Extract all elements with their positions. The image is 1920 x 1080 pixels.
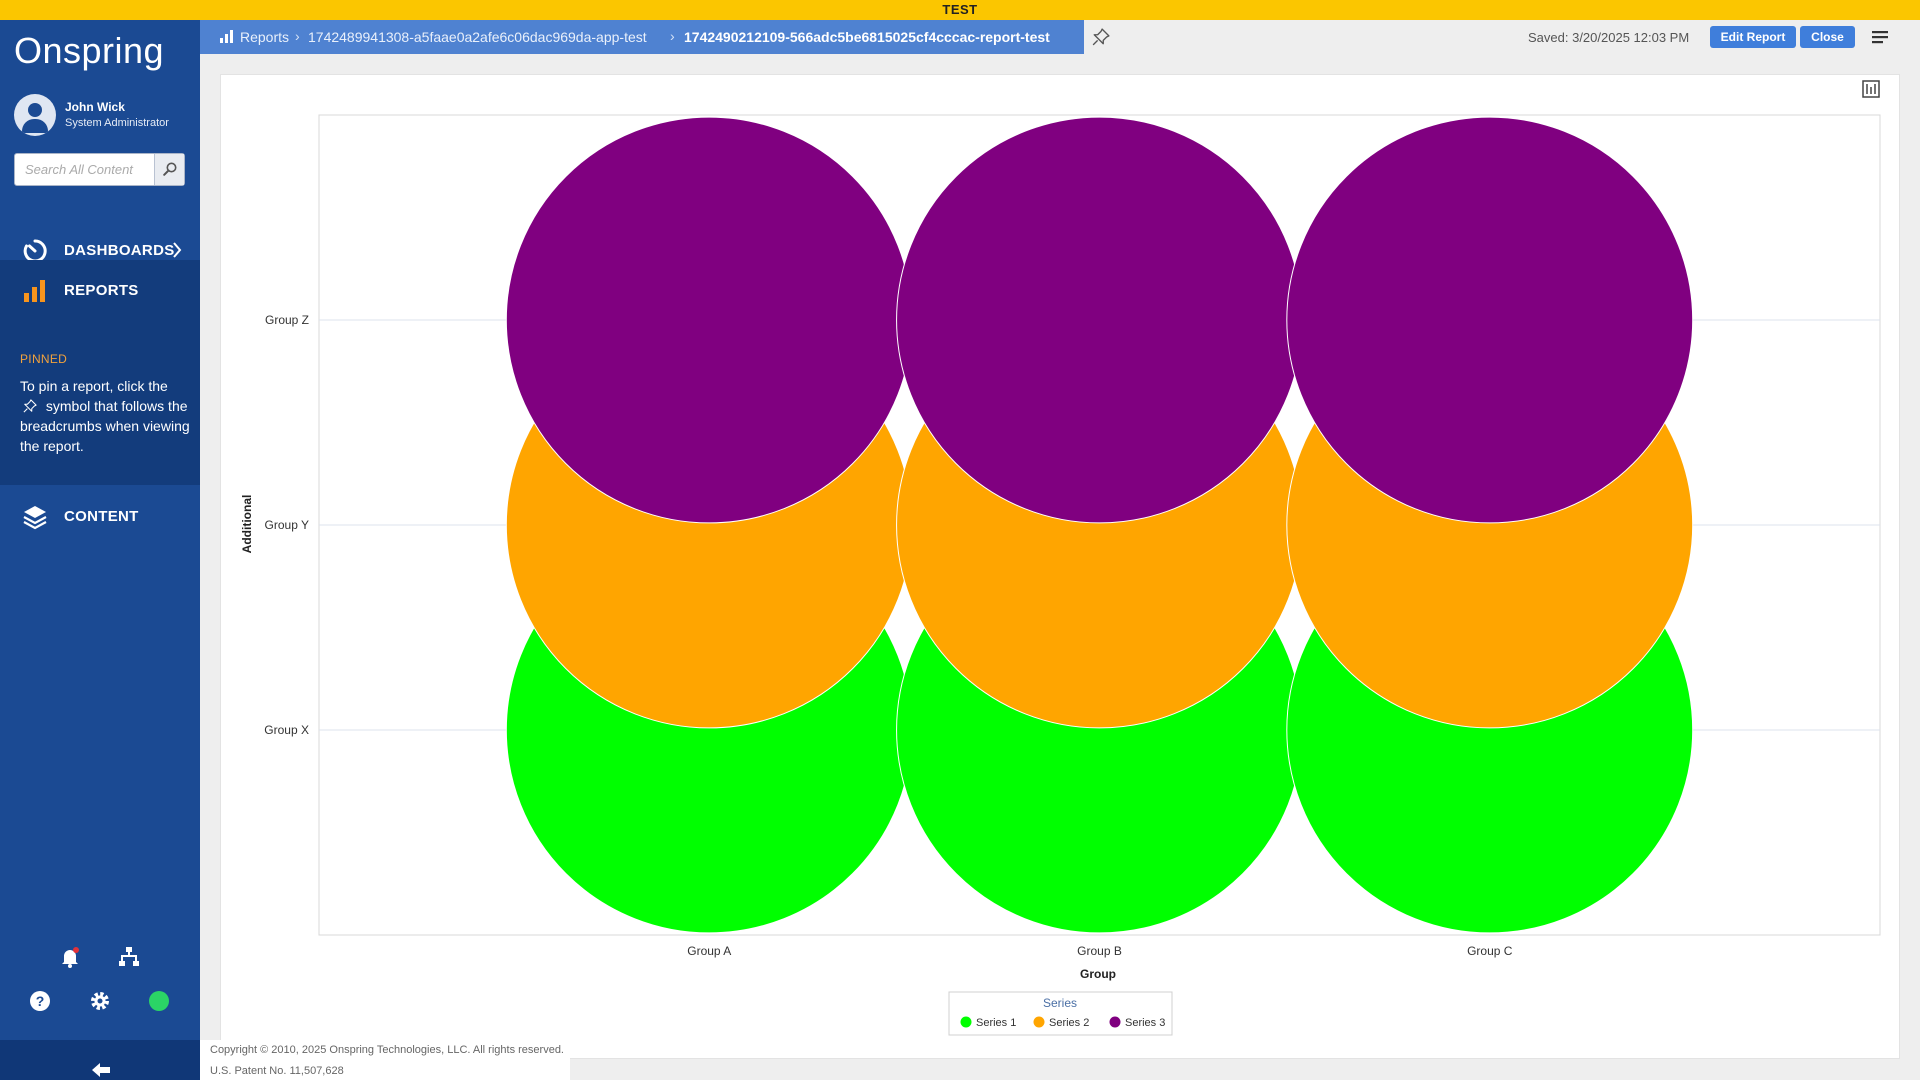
y-tick-label: Group X: [264, 723, 309, 737]
close-button[interactable]: Close: [1800, 26, 1855, 48]
legend-label: Series 3: [1125, 1017, 1165, 1029]
legend-title: Series: [1043, 996, 1077, 1010]
x-tick-label: Group A: [687, 944, 731, 958]
user-profile[interactable]: John Wick System Administrator: [14, 94, 194, 138]
chart-legend: Series Series 1 Series 2 Series 3: [948, 991, 1173, 1036]
x-tick-label: Group B: [1077, 944, 1122, 958]
user-role: System Administrator: [65, 117, 169, 129]
gear-icon[interactable]: [88, 989, 112, 1013]
breadcrumb-separator: ›: [670, 28, 675, 44]
breadcrumb: Reports › 1742489941308-a5faae0a2afe6c06…: [200, 20, 1084, 54]
pinned-help-text: To pin a report, click the symbol that f…: [20, 376, 190, 456]
pinned-text-before: To pin a report, click the: [20, 378, 168, 394]
pinned-heading: PINNED: [20, 352, 68, 366]
sidebar-footer-icons: ?: [0, 920, 200, 1030]
bubble-series-3[interactable]: [505, 116, 913, 524]
legend-swatch: [1033, 1016, 1045, 1028]
bell-icon[interactable]: [58, 945, 82, 969]
svg-text:?: ?: [36, 993, 45, 1009]
pin-icon: [23, 399, 37, 413]
legend-swatch: [1109, 1016, 1121, 1028]
breadcrumb-reports[interactable]: Reports: [240, 29, 289, 45]
avatar: [14, 94, 56, 136]
breadcrumb-separator: ›: [295, 28, 300, 44]
breadcrumb-app[interactable]: 1742489941308-a5faae0a2afe6c06dac969da-a…: [308, 29, 647, 45]
bubble-series-3[interactable]: [1286, 116, 1694, 524]
nav-content-label: CONTENT: [64, 508, 139, 525]
y-axis-title: Additional: [240, 495, 254, 554]
nav-content[interactable]: CONTENT: [0, 486, 200, 546]
legend-label: Series 1: [976, 1017, 1016, 1029]
search-icon: [163, 162, 177, 176]
nav-reports-label: REPORTS: [64, 282, 139, 299]
environment-banner: TEST: [0, 0, 1920, 20]
collapse-sidebar-button[interactable]: [0, 1040, 200, 1080]
legend-swatch: [960, 1016, 972, 1028]
bar-chart-icon: [220, 30, 233, 43]
help-icon[interactable]: ?: [28, 989, 52, 1013]
copyright-text: Copyright © 2010, 2025 Onspring Technolo…: [210, 1044, 564, 1056]
y-tick-label: Group Z: [265, 313, 309, 327]
chart-options-icon[interactable]: [1862, 80, 1880, 98]
saved-timestamp: Saved: 3/20/2025 12:03 PM: [1528, 30, 1690, 45]
bubble-chart: Group A Group B Group C Group X Group Y Group…: [240, 114, 1881, 1036]
arrow-left-icon: [92, 1063, 110, 1077]
app-logo[interactable]: Onspring: [14, 30, 164, 72]
chevron-right-icon: [173, 242, 182, 258]
bubble-series-3[interactable]: [896, 116, 1303, 524]
online-status-indicator[interactable]: [149, 991, 169, 1011]
nav-dashboards-label: DASHBOARDS: [64, 242, 175, 259]
pinned-text-after: symbol that follows the breadcrumbs when…: [20, 398, 190, 454]
page-footer: Copyright © 2010, 2025 Onspring Technolo…: [200, 1040, 570, 1080]
legend-label: Series 2: [1049, 1017, 1089, 1029]
user-name: John Wick: [65, 100, 125, 114]
x-axis-title: Group: [1080, 967, 1116, 981]
search-button[interactable]: [154, 154, 184, 185]
search-input[interactable]: [15, 154, 155, 185]
nav-reports[interactable]: REPORTS PINNED To pin a report, click th…: [0, 260, 200, 485]
x-tick-label: Group C: [1467, 944, 1513, 958]
pin-report-button[interactable]: [1092, 28, 1110, 46]
patent-text: U.S. Patent No. 11,507,628: [210, 1065, 344, 1077]
bar-chart-icon: [24, 280, 45, 302]
y-tick-label: Group Y: [265, 518, 309, 532]
menu-icon[interactable]: [1872, 29, 1890, 45]
sidebar: Onspring John Wick System Administrator …: [0, 20, 200, 1080]
edit-report-button[interactable]: Edit Report: [1710, 26, 1796, 48]
search-box: [14, 153, 185, 186]
sitemap-icon[interactable]: [117, 945, 141, 969]
layers-icon: [23, 506, 47, 530]
breadcrumb-current-report: 1742490212109-566adc5be6815025cf4cccac-r…: [684, 29, 1050, 45]
